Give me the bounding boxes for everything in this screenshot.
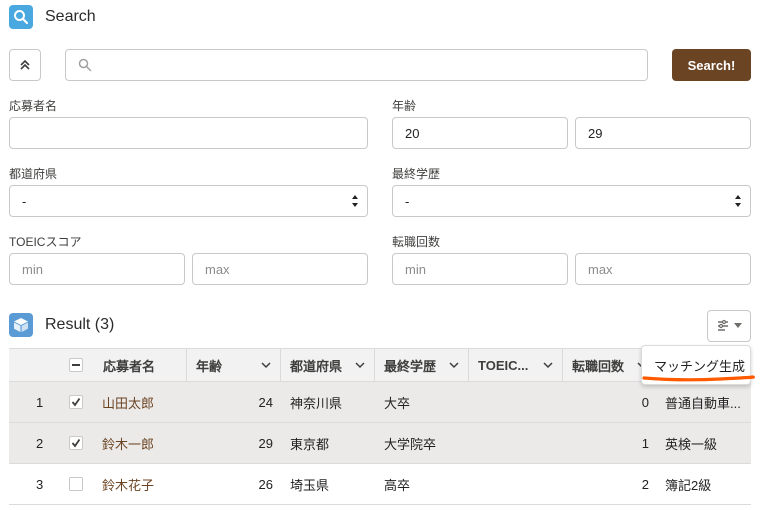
row-checkbox[interactable] <box>69 436 83 450</box>
table-row[interactable]: 2 鈴木一郎 29 東京都 大学院卒 1 英検一級 <box>9 423 751 464</box>
prefecture-select[interactable]: - <box>9 185 368 217</box>
col-header-job-changes-label: 転職回数 <box>572 358 625 374</box>
row-age: 24 <box>258 394 273 410</box>
row-age: 29 <box>258 435 273 451</box>
row-index: 2 <box>36 435 44 451</box>
job-changes-min-field[interactable]: min <box>392 253 568 285</box>
row-applicant-name-link[interactable]: 鈴木花子 <box>102 464 154 504</box>
search-icon <box>78 58 92 72</box>
search-section-icon <box>9 5 33 29</box>
chevron-down-icon[interactable] <box>448 359 460 371</box>
collapse-button[interactable] <box>9 49 41 81</box>
col-header-age-label: 年齢 <box>196 358 223 374</box>
row-checkbox[interactable] <box>69 395 83 409</box>
row-license: 簿記2級 <box>665 477 712 493</box>
row-prefecture: 埼玉県 <box>290 477 330 493</box>
magnifier-icon <box>14 10 29 25</box>
prefecture-select-value: - <box>22 193 27 209</box>
row-index: 1 <box>36 394 44 410</box>
col-header-name[interactable]: 応募者名 <box>94 349 187 381</box>
row-checkbox-cell[interactable] <box>69 464 83 504</box>
table-settings-button[interactable] <box>707 310 751 342</box>
search-box[interactable] <box>65 49 648 81</box>
caret-down-icon <box>734 323 742 328</box>
row-applicant-name-link[interactable]: 鈴木一郎 <box>102 423 154 463</box>
row-prefecture: 東京都 <box>290 436 330 452</box>
col-checkbox <box>60 349 94 381</box>
indeterminate-mark <box>72 364 80 366</box>
toeic-max-field[interactable]: max <box>192 253 368 285</box>
row-checkbox[interactable] <box>69 477 83 491</box>
education-select[interactable]: - <box>392 185 751 217</box>
applicant-name-label: 応募者名 <box>9 99 58 113</box>
chevron-down-icon[interactable] <box>542 359 554 371</box>
row-education: 大卒 <box>384 395 411 411</box>
education-select-value: - <box>405 193 410 209</box>
result-section-icon <box>9 313 33 337</box>
row-age: 26 <box>258 476 273 492</box>
applicant-name-field[interactable] <box>9 117 368 149</box>
toeic-label: TOEICスコア <box>9 235 82 249</box>
result-section-title: Result (3) <box>45 316 115 333</box>
education-label: 最終学歴 <box>392 167 441 181</box>
cube-icon <box>14 318 28 332</box>
row-education: 高卒 <box>384 477 411 493</box>
row-applicant-name-link[interactable]: 山田太郎 <box>102 382 154 422</box>
row-checkbox-cell[interactable] <box>69 382 83 422</box>
col-header-prefecture-label: 都道府県 <box>290 358 343 374</box>
col-header-education[interactable]: 最終学歴 <box>375 349 469 381</box>
list-settings-icon <box>718 319 728 331</box>
job-changes-label: 転職回数 <box>392 235 441 249</box>
toeic-min-field[interactable]: min <box>9 253 185 285</box>
row-job-changes: 0 <box>641 394 649 410</box>
col-header-name-label: 応募者名 <box>103 358 156 374</box>
job-changes-max-field[interactable]: max <box>575 253 751 285</box>
row-prefecture: 神奈川県 <box>290 395 343 411</box>
annotation-underline <box>642 375 755 382</box>
checkmark-icon <box>71 438 81 448</box>
row-education: 大学院卒 <box>384 436 437 452</box>
search-button[interactable]: Search! <box>672 49 751 81</box>
select-updown-icon <box>735 195 741 207</box>
search-section-title: Search <box>45 8 96 25</box>
col-header-toeic-label: TOEIC... <box>478 357 529 373</box>
row-job-changes: 2 <box>641 476 649 492</box>
row-license: 普通自動車... <box>665 395 741 411</box>
chevron-down-icon[interactable] <box>260 359 272 371</box>
col-header-age[interactable]: 年齢 <box>187 349 281 381</box>
row-checkbox-cell[interactable] <box>69 423 83 463</box>
table-row[interactable]: 1 山田太郎 24 神奈川県 大卒 0 普通自動車... <box>9 382 751 423</box>
age-from-field[interactable]: 20 <box>392 117 568 149</box>
row-license: 英検一級 <box>665 436 718 452</box>
double-chevron-up-icon <box>20 59 30 70</box>
search-input[interactable] <box>100 51 647 79</box>
row-job-changes: 1 <box>641 435 649 451</box>
col-header-toeic[interactable]: TOEIC... <box>469 349 563 381</box>
row-index: 3 <box>36 476 44 492</box>
chevron-down-icon[interactable] <box>354 359 366 371</box>
select-all-checkbox[interactable] <box>69 358 83 372</box>
age-to-field[interactable]: 29 <box>575 117 751 149</box>
col-header-education-label: 最終学歴 <box>384 358 437 374</box>
prefecture-label: 都道府県 <box>9 167 58 181</box>
age-label: 年齢 <box>392 99 417 113</box>
table-row[interactable]: 3 鈴木花子 26 埼玉県 高卒 2 簿記2級 <box>9 464 751 505</box>
checkmark-icon <box>71 397 81 407</box>
col-header-prefecture[interactable]: 都道府県 <box>281 349 375 381</box>
select-updown-icon <box>352 195 358 207</box>
